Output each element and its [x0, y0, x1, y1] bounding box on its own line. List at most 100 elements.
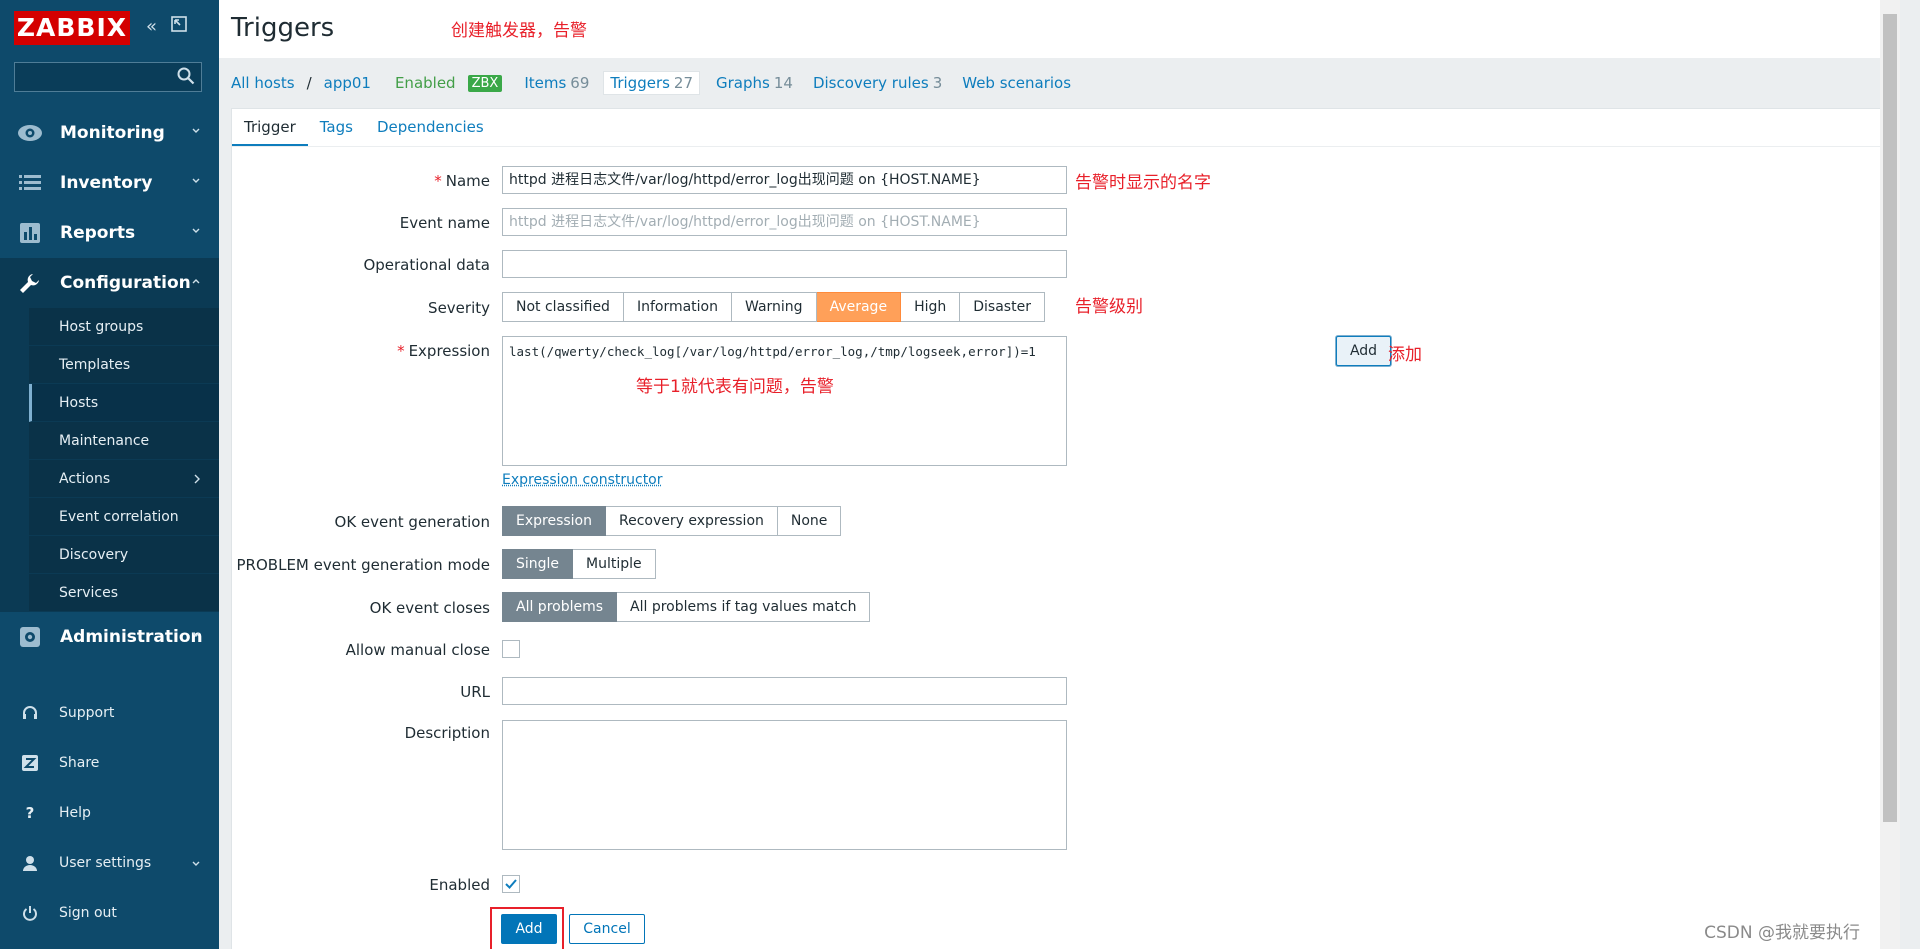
page-scrollbar[interactable]	[1880, 0, 1900, 949]
eye-icon	[16, 121, 44, 145]
ok-event-none[interactable]: None	[778, 506, 842, 536]
severity-information[interactable]: Information	[624, 292, 732, 322]
name-input[interactable]: httpd 进程日志文件/var/log/httpd/error_log出现问题…	[502, 166, 1067, 194]
ok-closes-tag-match[interactable]: All problems if tag values match	[617, 592, 870, 622]
checkmark-icon	[503, 876, 519, 892]
opdata-label: Operational data	[363, 256, 490, 274]
opdata-field-wrap	[502, 250, 1067, 278]
tab-tags[interactable]: Tags	[308, 109, 365, 146]
submenu-label: Discovery	[59, 547, 128, 563]
submenu-label: Templates	[59, 357, 130, 373]
nav-web-scenarios[interactable]: Web scenarios	[962, 74, 1071, 92]
severity-label: Severity	[428, 299, 490, 317]
chevron-down-icon	[191, 859, 201, 869]
menu-share[interactable]: Share	[0, 738, 219, 788]
severity-high[interactable]: High	[901, 292, 960, 322]
breadcrumb-all-hosts[interactable]: All hosts	[231, 74, 295, 92]
expression-add-button[interactable]: Add	[1336, 336, 1391, 366]
search-icon[interactable]	[177, 67, 195, 85]
nav-graphs[interactable]: Graphs 14	[716, 74, 793, 92]
nav-label: Items	[524, 74, 566, 92]
zabbix-logo[interactable]: ZABBIX	[14, 11, 130, 45]
event-name-label: Event name	[400, 214, 490, 232]
submit-add-button[interactable]: Add	[501, 914, 557, 944]
menu-label: Monitoring	[60, 123, 165, 143]
nav-items[interactable]: Items 69	[524, 74, 589, 92]
ok-event-label: OK event generation	[335, 513, 490, 531]
ok-event-recovery-expression[interactable]: Recovery expression	[606, 506, 778, 536]
severity-warning[interactable]: Warning	[732, 292, 817, 322]
ok-closes-field-wrap: All problems All problems if tag values …	[502, 592, 870, 622]
menu-help[interactable]: ? Help	[0, 788, 219, 838]
add-annotation: 添加	[1388, 340, 1422, 365]
bottom-menu: Support Share ? Help User settings Sign …	[0, 688, 219, 938]
description-textarea[interactable]	[502, 720, 1067, 850]
scrollbar-thumb[interactable]	[1883, 14, 1897, 822]
submenu-actions[interactable]: Actions	[29, 460, 219, 498]
nav-label: Triggers	[610, 74, 670, 92]
search-input[interactable]	[15, 63, 165, 91]
opdata-input[interactable]	[502, 250, 1067, 278]
submenu-label: Hosts	[59, 395, 98, 411]
required-marker: *	[397, 342, 405, 360]
menu-label: Share	[59, 755, 99, 771]
menu-monitoring[interactable]: Monitoring	[0, 108, 219, 158]
problem-mode-single[interactable]: Single	[502, 549, 573, 579]
ok-event-expression[interactable]: Expression	[502, 506, 606, 536]
event-name-input[interactable]: httpd 进程日志文件/var/log/httpd/error_log出现问题…	[502, 208, 1067, 236]
enabled-checkbox[interactable]	[502, 875, 520, 893]
bar-chart-icon	[16, 221, 44, 245]
submenu-hosts[interactable]: Hosts	[29, 384, 219, 422]
host-status[interactable]: Enabled	[395, 74, 456, 92]
menu-administration[interactable]: Administration	[0, 612, 219, 662]
severity-average[interactable]: Average	[817, 292, 902, 322]
zbx-availability-badge: ZBX	[468, 75, 503, 92]
kiosk-mode-icon[interactable]	[171, 16, 187, 38]
nav-label: Graphs	[716, 74, 770, 92]
page-header: Triggers 创建触发器，告警	[219, 0, 1900, 58]
expression-constructor-link[interactable]: Expression constructor	[502, 472, 663, 488]
expression-annotation: 等于1就代表有问题，告警	[636, 372, 834, 397]
breadcrumb-host[interactable]: app01	[324, 74, 371, 92]
expression-field-wrap: last(/qwerty/check_log[/var/log/httpd/er…	[502, 336, 1067, 488]
menu-sign-out[interactable]: Sign out	[0, 888, 219, 938]
ok-closes-all-problems[interactable]: All problems	[502, 592, 617, 622]
name-label: * Name	[434, 172, 490, 190]
nav-triggers[interactable]: Triggers 27	[603, 71, 700, 95]
menu-reports[interactable]: Reports	[0, 208, 219, 258]
problem-mode-multiple[interactable]: Multiple	[573, 549, 656, 579]
menu-inventory[interactable]: Inventory	[0, 158, 219, 208]
configuration-submenu: Host groups Templates Hosts Maintenance …	[0, 308, 219, 612]
submenu-templates[interactable]: Templates	[29, 346, 219, 384]
submenu-discovery[interactable]: Discovery	[29, 536, 219, 574]
menu-user-settings[interactable]: User settings	[0, 838, 219, 888]
submenu-maintenance[interactable]: Maintenance	[29, 422, 219, 460]
expression-constructor-wrap: Expression constructor	[502, 472, 1067, 488]
expression-textarea[interactable]: last(/qwerty/check_log[/var/log/httpd/er…	[502, 336, 1067, 466]
menu-label: Sign out	[59, 905, 117, 921]
user-icon	[20, 853, 40, 873]
sidebar-controls: «	[146, 16, 187, 38]
submenu-event-correlation[interactable]: Event correlation	[29, 498, 219, 536]
menu-configuration[interactable]: Configuration	[0, 258, 219, 308]
url-field-wrap	[502, 677, 1067, 705]
severity-not-classified[interactable]: Not classified	[502, 292, 624, 322]
tab-dependencies[interactable]: Dependencies	[365, 109, 496, 146]
expression-label: * Expression	[397, 342, 490, 360]
label-text: Name	[446, 172, 490, 190]
sidebar-search	[14, 62, 202, 92]
menu-label: Support	[59, 705, 114, 721]
severity-disaster[interactable]: Disaster	[960, 292, 1045, 322]
logo-row: ZABBIX «	[0, 0, 219, 58]
menu-label: Configuration	[60, 273, 191, 293]
label-text: Expression	[409, 342, 490, 360]
submenu-host-groups[interactable]: Host groups	[29, 308, 219, 346]
cancel-button[interactable]: Cancel	[569, 914, 645, 944]
manual-close-checkbox[interactable]	[502, 640, 520, 658]
tab-trigger[interactable]: Trigger	[232, 109, 308, 146]
collapse-sidebar-icon[interactable]: «	[146, 16, 157, 38]
url-input[interactable]	[502, 677, 1067, 705]
nav-discovery-rules[interactable]: Discovery rules 3	[813, 74, 942, 92]
submenu-services[interactable]: Services	[29, 574, 219, 612]
menu-support[interactable]: Support	[0, 688, 219, 738]
